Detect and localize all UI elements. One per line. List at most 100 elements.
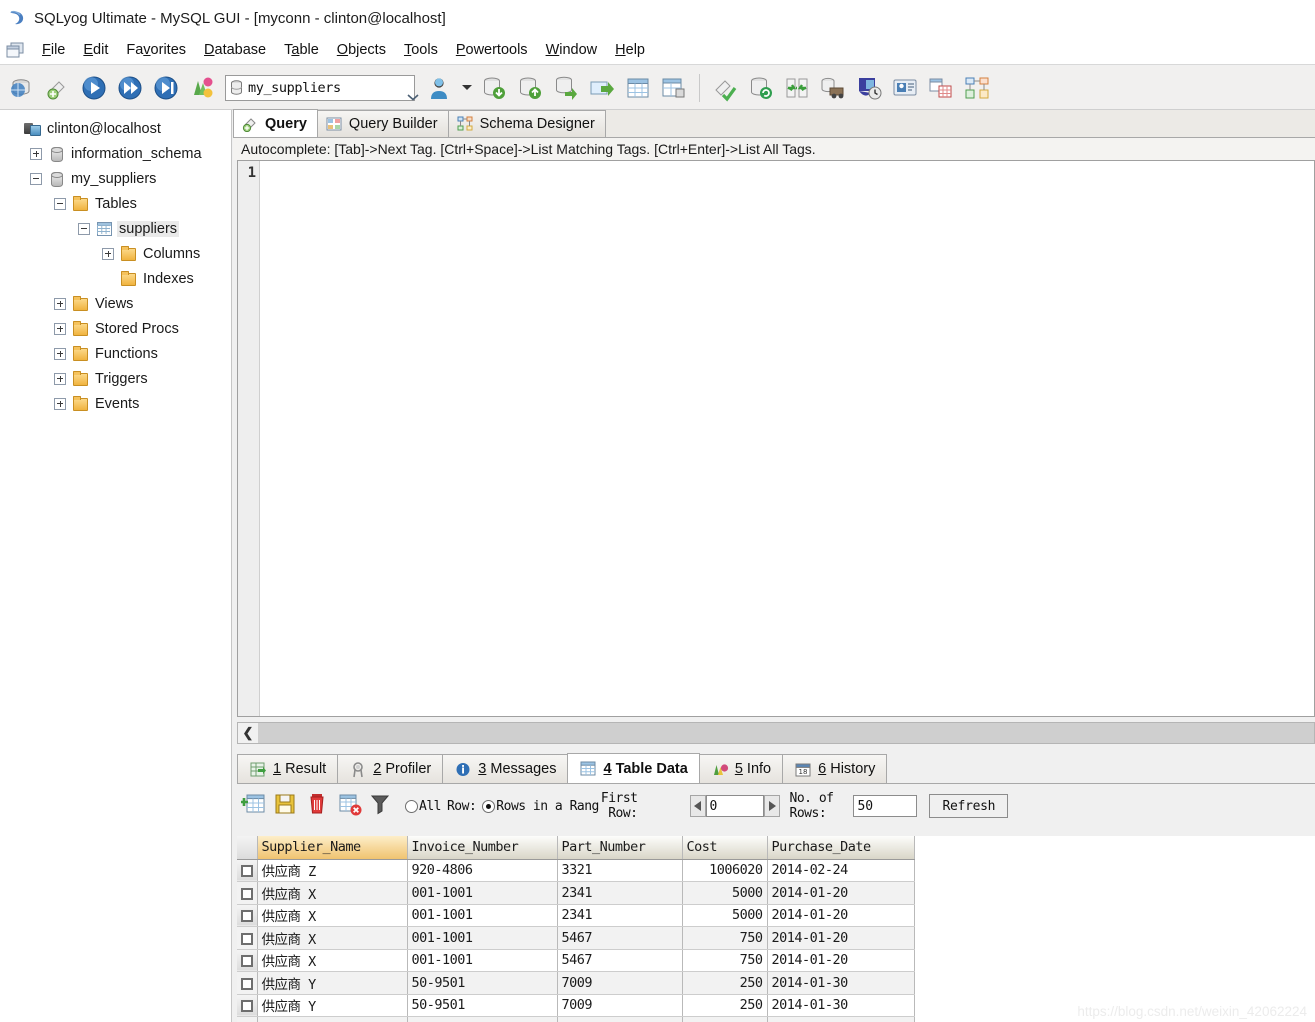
tree-item-columns[interactable]: Columns — [0, 241, 231, 266]
refresh-button[interactable]: Refresh — [929, 794, 1009, 818]
tree-item-indexes[interactable]: Indexes — [0, 266, 231, 291]
table-row[interactable]: 供应商 X 001-1001 5467 750 2014-01-20 — [237, 949, 915, 972]
row-checkbox-cell[interactable] — [237, 881, 258, 905]
column-header-purchase_date[interactable]: Purchase_Date — [767, 836, 915, 860]
column-header-part_number[interactable]: Part_Number — [557, 836, 683, 860]
tree-item-suppliers[interactable]: suppliers — [0, 216, 231, 241]
table-row[interactable]: 供应商 Z 920-4806 3321 1006020 2014-02-24 — [237, 859, 915, 882]
cell-invoice_number[interactable]: 001-1001 — [407, 949, 558, 972]
tab-profiler[interactable]: 2 Profiler — [337, 754, 444, 783]
cell-supplier_name[interactable]: 供应商 X — [257, 926, 408, 950]
cell-part_number[interactable]: 5467 — [557, 926, 683, 950]
execute-current-query-icon[interactable] — [150, 71, 182, 105]
tab-history[interactable]: 18 6 History — [782, 754, 888, 783]
manage-tables-icon[interactable] — [658, 71, 690, 105]
tab-query[interactable]: Query — [233, 109, 318, 137]
row-checkbox[interactable] — [240, 932, 253, 945]
cell-purchase_date[interactable]: 2014-01-20 — [767, 949, 915, 972]
cell-invoice_number[interactable]: 50-9501 — [407, 994, 558, 1017]
database-selector[interactable]: my_suppliers — [225, 74, 419, 101]
tab-table-data[interactable]: 4 Table Data — [567, 753, 700, 783]
cell-invoice_number[interactable]: 001-1001 — [407, 926, 558, 950]
cell-purchase_date[interactable]: 2014-02-24 — [767, 859, 915, 882]
cell-part_number[interactable]: 2341 — [557, 881, 683, 905]
tree-item-triggers[interactable]: Triggers — [0, 366, 231, 391]
tree-item-clinton-localhost[interactable]: clinton@localhost — [0, 116, 231, 141]
cell-cost[interactable]: 5000 — [682, 904, 768, 927]
table-row[interactable]: 供应商 X 001-1001 2341 5000 2014-01-20 — [237, 904, 915, 927]
tab-schema-designer[interactable]: Schema Designer — [447, 110, 606, 137]
scheduled-backup-icon[interactable] — [853, 71, 885, 105]
triangle-left-icon[interactable] — [689, 795, 706, 817]
row-checkbox-cell[interactable] — [237, 904, 258, 927]
chevron-left-icon[interactable]: ❮ — [238, 723, 258, 743]
user-manager-icon[interactable] — [424, 71, 456, 105]
sql-editor[interactable]: 1 — [237, 160, 1315, 717]
expand-plus-icon[interactable] — [54, 347, 66, 360]
table-row[interactable]: 供应商 X 001-1001 5467 750 2014-01-20 — [237, 926, 915, 950]
collapse-minus-icon[interactable] — [54, 197, 66, 210]
new-query-tab-icon[interactable] — [42, 71, 74, 105]
triangle-right-icon[interactable] — [763, 795, 780, 817]
cell-supplier_name[interactable]: 供应商 Z — [257, 859, 408, 882]
cell-part_number[interactable]: 3321 — [557, 859, 683, 882]
collapse-minus-icon[interactable] — [78, 222, 90, 235]
execute-all-queries-icon[interactable] — [114, 71, 146, 105]
tab-messages[interactable]: 3 Messages — [442, 754, 569, 783]
window-restore-icon[interactable] — [6, 42, 25, 59]
tree-item-functions[interactable]: Functions — [0, 341, 231, 366]
menu-tools[interactable]: Tools — [395, 40, 447, 60]
user-dropdown-icon[interactable] — [460, 71, 474, 105]
cell-invoice_number[interactable]: 920-4806 — [407, 859, 558, 882]
cell-supplier_name[interactable]: 供应商 Y — [257, 1016, 408, 1022]
tab-query-builder[interactable]: Query Builder — [316, 110, 449, 137]
tree-item-information-schema[interactable]: information_schema — [0, 141, 231, 166]
no-of-rows-input[interactable]: 50 — [853, 795, 918, 817]
cell-cost[interactable]: 750 — [682, 949, 768, 972]
row-checkbox-cell[interactable] — [237, 994, 258, 1017]
column-header-invoice_number[interactable]: Invoice_Number — [407, 836, 558, 860]
menu-database[interactable]: Database — [195, 40, 275, 60]
cell-cost[interactable]: 125 — [682, 1016, 768, 1022]
cell-cost[interactable]: 250 — [682, 994, 768, 1017]
expand-plus-icon[interactable] — [54, 297, 66, 310]
cell-supplier_name[interactable]: 供应商 Y — [257, 971, 408, 995]
tree-item-events[interactable]: Events — [0, 391, 231, 416]
schema-designer-icon[interactable] — [961, 71, 993, 105]
table-row[interactable]: 供应商 Y 50-9501 7009 250 2014-01-30 — [237, 971, 915, 995]
first-row-input[interactable]: 0 — [705, 795, 764, 817]
cell-purchase_date[interactable]: 2014-01-30 — [767, 971, 915, 995]
cell-supplier_name[interactable]: 供应商 X — [257, 949, 408, 972]
delete-row-icon[interactable] — [305, 792, 333, 820]
row-checkbox[interactable] — [240, 977, 253, 990]
migrate-data-icon[interactable] — [817, 71, 849, 105]
cell-invoice_number[interactable]: 001-1001 — [407, 904, 558, 927]
cell-cost[interactable]: 750 — [682, 926, 768, 950]
cell-invoice_number[interactable]: 50-9501 — [407, 971, 558, 995]
table-data-grid[interactable]: Supplier_Name Invoice_Number Part_Number Co… — [237, 836, 1315, 1022]
row-checkbox[interactable] — [240, 865, 253, 878]
sync-database-icon[interactable] — [745, 71, 777, 105]
menu-table[interactable]: Table — [275, 40, 328, 60]
cell-purchase_date[interactable]: 2014-01-20 — [767, 926, 915, 950]
scrollbar-track[interactable] — [258, 723, 1314, 743]
menu-window[interactable]: Window — [537, 40, 607, 60]
row-checkbox-cell[interactable] — [237, 859, 258, 882]
sql-formatter-icon[interactable] — [709, 71, 741, 105]
menu-help[interactable]: Help — [606, 40, 654, 60]
cell-part_number[interactable]: 6650 — [557, 1016, 683, 1022]
row-selector-header[interactable] — [237, 836, 258, 860]
cell-part_number[interactable]: 7009 — [557, 971, 683, 995]
tree-item-stored-procs[interactable]: Stored Procs — [0, 316, 231, 341]
cell-part_number[interactable]: 2341 — [557, 904, 683, 927]
collapse-minus-icon[interactable] — [30, 172, 42, 185]
menu-objects[interactable]: Objects — [328, 40, 395, 60]
cell-invoice_number[interactable]: 001-1001 — [407, 881, 558, 905]
sql-editor-textarea[interactable] — [260, 161, 1314, 716]
notification-icon[interactable] — [889, 71, 921, 105]
cell-supplier_name[interactable]: 供应商 Y — [257, 994, 408, 1017]
menu-file[interactable]: FFileile — [33, 40, 74, 60]
save-changes-icon[interactable] — [273, 792, 301, 820]
cell-purchase_date[interactable]: 2014-01-20 — [767, 904, 915, 927]
cell-purchase_date[interactable]: 2014-01-30 — [767, 994, 915, 1017]
